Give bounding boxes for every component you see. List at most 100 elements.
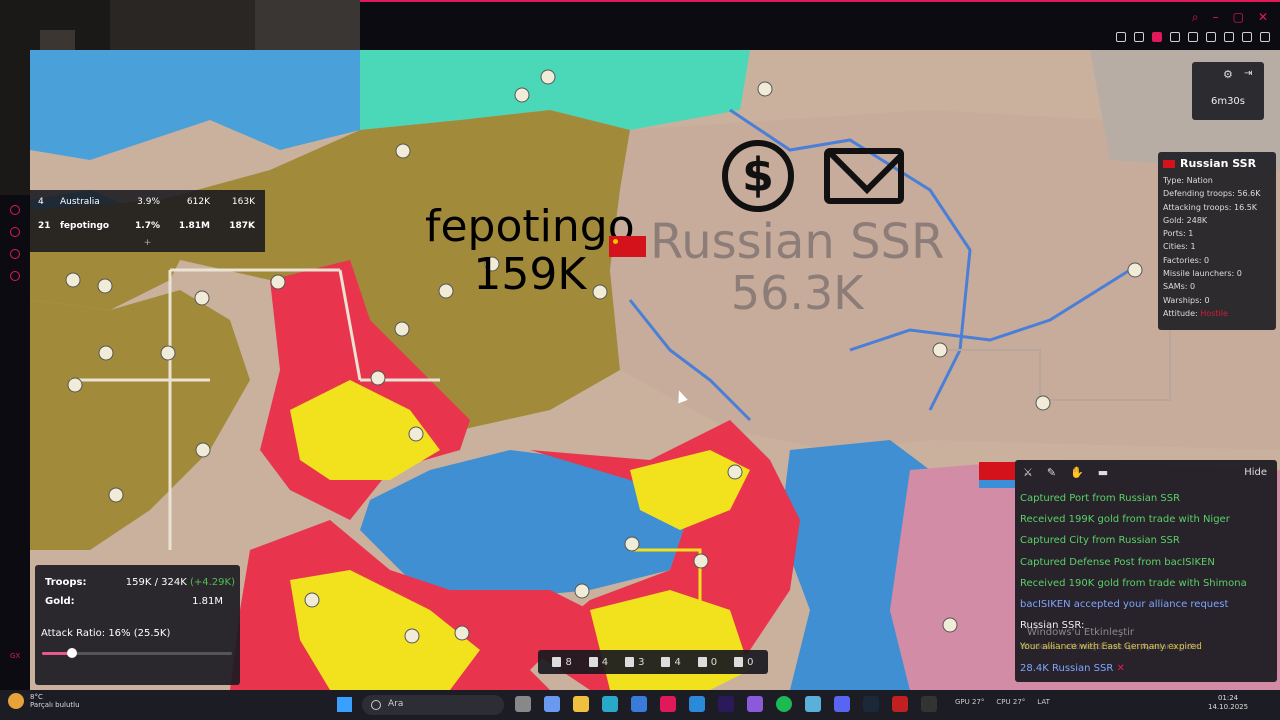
- premiere-icon[interactable]: [718, 696, 734, 712]
- download-icon[interactable]: [1242, 32, 1252, 42]
- minimize-icon[interactable]: –: [1213, 10, 1219, 25]
- discord-icon[interactable]: [834, 696, 850, 712]
- system-tray: GPU 27° CPU 27° LAT: [955, 698, 1050, 706]
- nation-factories: Factories: 0: [1163, 255, 1210, 265]
- troops-value-group: 159K / 324K (+4.29K): [126, 577, 235, 588]
- account-icon[interactable]: [1224, 32, 1234, 42]
- nation-type: Type: Nation: [1163, 176, 1213, 185]
- play-icon[interactable]: [1188, 32, 1198, 42]
- leaderboard-expand-button[interactable]: +: [30, 238, 265, 252]
- chat-filter-icon[interactable]: ▬: [1098, 466, 1108, 479]
- donate-gold-icon[interactable]: $: [722, 140, 794, 212]
- spotify-icon[interactable]: [776, 696, 792, 712]
- troops-row: Troops: 159K / 324K (+4.29K): [45, 577, 235, 588]
- exit-icon[interactable]: ⇥: [1244, 68, 1252, 79]
- translate-icon[interactable]: [1170, 32, 1180, 42]
- event-entry: bacISIKEN accepted your alliance request: [1020, 599, 1229, 610]
- gpu-temp: GPU 27°: [955, 698, 985, 706]
- steam-icon[interactable]: [863, 696, 879, 712]
- weather-widget[interactable]: 8°C Parçalı bulutlu: [8, 693, 80, 709]
- city-icon: [552, 657, 562, 667]
- anchor-icon: [625, 657, 635, 667]
- browser-toolbar: ⌕ – ▢ ✕: [360, 0, 1280, 50]
- start-button[interactable]: [337, 697, 352, 712]
- hide-log-button[interactable]: Hide: [1244, 467, 1267, 478]
- clock-date: 14.10.2025: [1208, 703, 1249, 712]
- sidebar-clock-icon[interactable]: [10, 227, 20, 237]
- build-filter-icon[interactable]: ✎: [1047, 466, 1056, 479]
- maximize-icon[interactable]: ▢: [1233, 10, 1244, 25]
- heart-icon[interactable]: [1206, 32, 1216, 42]
- send-message-icon[interactable]: [824, 148, 904, 204]
- shield-icon: [661, 657, 671, 667]
- close-icon[interactable]: ✕: [1258, 10, 1268, 25]
- cancel-attack-icon[interactable]: ✕: [1117, 663, 1125, 674]
- obs-icon[interactable]: [921, 696, 937, 712]
- gx-logo: GX: [10, 652, 21, 660]
- store-icon[interactable]: [631, 696, 647, 712]
- unit-ports[interactable]: 3: [625, 657, 645, 668]
- visual-studio-icon[interactable]: [747, 696, 763, 712]
- gear-icon[interactable]: ⚙: [1223, 68, 1233, 81]
- windows-taskbar: 8°C Parçalı bulutlu Ara GPU 27° CPU 27° …: [0, 690, 1280, 720]
- window-controls: ⌕ – ▢ ✕: [1192, 10, 1268, 25]
- event-entry: Captured City from Russian SSR: [1020, 535, 1180, 546]
- leaderboard-row[interactable]: 4 Australia 3.9% 612K 163K: [30, 190, 265, 214]
- opera-gx-icon[interactable]: [660, 696, 676, 712]
- trade-filter-icon[interactable]: ✋: [1070, 466, 1084, 479]
- edge-icon[interactable]: [602, 696, 618, 712]
- clock-time: 01:24: [1217, 694, 1239, 702]
- gold-label: Gold:: [45, 596, 75, 607]
- bookmark-icon[interactable]: [1134, 32, 1144, 42]
- taskbar-clock[interactable]: 01:24 14.10.2025: [1208, 694, 1248, 712]
- attack-filter-icon[interactable]: ⚔: [1023, 466, 1033, 479]
- nation-name: Russian SSR: [1180, 157, 1257, 170]
- nation-cities: Cities: 1: [1163, 242, 1196, 252]
- attack-ratio-handle[interactable]: [67, 648, 78, 658]
- toolbar-icons: [1116, 32, 1270, 42]
- activation-watermark-sub: Windows'u etkinleştirmek için Ayarlar'a …: [1020, 642, 1202, 651]
- leaderboard-territory: 1.7%: [135, 221, 160, 231]
- copilot-icon[interactable]: [544, 696, 560, 712]
- attack-ratio-label: Attack Ratio: 16% (25.5K): [41, 628, 171, 639]
- leaderboard-rank: 21: [38, 221, 51, 231]
- weather-temp: 8°C: [30, 693, 43, 701]
- event-entry: Captured Defense Post from bacISIKEN: [1020, 557, 1215, 568]
- leaderboard-row-self[interactable]: 21 fepotingo 1.7% 1.81M 187K: [30, 214, 265, 238]
- nation-flag-icon: [1163, 159, 1175, 168]
- settings-app-icon[interactable]: [805, 696, 821, 712]
- unit-missile-silos[interactable]: 0: [697, 657, 717, 668]
- sidebar-settings-icon[interactable]: [10, 271, 20, 281]
- sidebar-history-icon[interactable]: [10, 205, 20, 215]
- nation-info-panel: Russian SSR Type: Nation Defending troop…: [1158, 152, 1276, 330]
- app-icon[interactable]: [892, 696, 908, 712]
- leaderboard-gold: 163K: [231, 197, 255, 207]
- attack-ratio-slider[interactable]: [42, 648, 232, 658]
- activation-watermark: Windows'u Etkinleştir: [1027, 627, 1135, 638]
- event-entry-attack[interactable]: 28.4K Russian SSR ✕: [1020, 663, 1270, 674]
- missile-icon: [697, 657, 707, 667]
- file-explorer-icon[interactable]: [573, 696, 589, 712]
- menu-icon[interactable]: [1260, 32, 1270, 42]
- player-flag-icon: [979, 462, 1015, 488]
- leaderboard-gold: 187K: [229, 221, 255, 231]
- task-view-icon[interactable]: [515, 696, 531, 712]
- unit-factories[interactable]: 4: [588, 657, 608, 668]
- unit-sam-launchers[interactable]: 0: [734, 657, 753, 668]
- unit-cities[interactable]: 8: [552, 657, 572, 668]
- troops-delta: (+4.29K): [189, 577, 235, 588]
- nation-attitude: Attitude: Hostile: [1163, 309, 1271, 322]
- shield-icon[interactable]: [1152, 32, 1162, 42]
- leaderboard-troops: 612K: [186, 197, 210, 207]
- pin-icon[interactable]: [1116, 32, 1126, 42]
- gold-value: 1.81M: [192, 596, 223, 607]
- search-icon[interactable]: ⌕: [1192, 10, 1199, 25]
- unit-defense-posts[interactable]: 4: [661, 657, 681, 668]
- sidebar-share-icon[interactable]: [10, 249, 20, 259]
- attitude-label: Attitude:: [1163, 308, 1198, 318]
- nation-sams: SAMs: 0: [1163, 282, 1196, 292]
- game-timer: 6m30s: [1210, 96, 1246, 107]
- vscode-icon[interactable]: [689, 696, 705, 712]
- taskbar-search[interactable]: Ara: [362, 695, 504, 715]
- keyboard-language[interactable]: LAT: [1037, 698, 1050, 706]
